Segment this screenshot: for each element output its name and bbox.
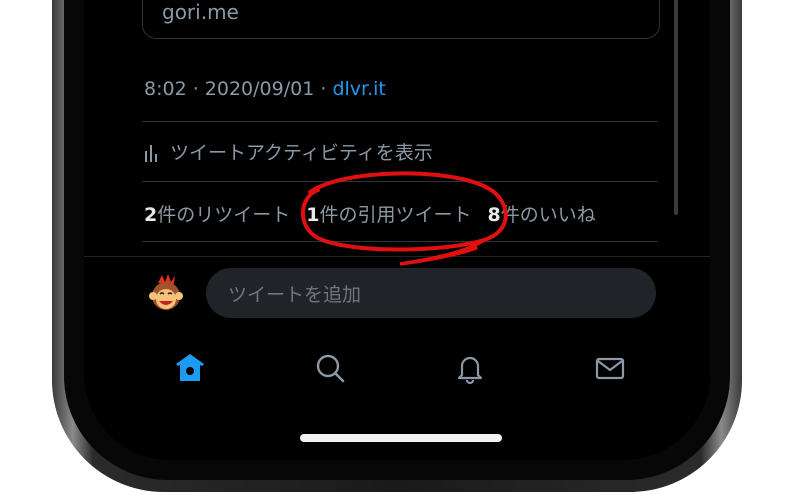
divider xyxy=(142,181,658,182)
bottom-tab-bar xyxy=(84,348,710,388)
mail-icon xyxy=(595,357,625,380)
bell-icon xyxy=(457,356,483,385)
like-label: 件のいいね xyxy=(500,204,596,226)
retweet-count: 2 xyxy=(144,204,158,226)
engagement-stats: 2件のリツイート 1件の引用ツイート 8件のいいね xyxy=(144,200,596,227)
tweet-activity-label: ツイートアクティビティを表示 xyxy=(170,142,433,164)
retweet-label: 件のリツイート xyxy=(157,204,291,226)
scrollbar[interactable] xyxy=(674,0,678,215)
tweet-timestamp-row: 8:02 · 2020/09/01 · dlvr.it xyxy=(144,78,386,100)
divider xyxy=(142,241,658,242)
reply-placeholder: ツイートを追加 xyxy=(228,283,362,306)
home-indicator[interactable] xyxy=(300,434,502,442)
retweet-count-link[interactable]: 2件のリツイート xyxy=(144,200,290,227)
monkey-avatar-icon xyxy=(149,274,183,310)
link-card-domain: gori.me xyxy=(162,0,239,24)
tweet-date: 2020/09/01 xyxy=(204,78,315,100)
tweet-source-link[interactable]: dlvr.it xyxy=(332,78,385,100)
like-count: 8 xyxy=(487,204,501,226)
meta-separator: · xyxy=(314,78,333,100)
tab-messages[interactable] xyxy=(590,348,630,388)
home-icon xyxy=(176,354,204,381)
tab-search[interactable] xyxy=(310,348,350,388)
quote-tweet-count-link[interactable]: 1件の引用ツイート xyxy=(306,200,471,227)
phone-screen: gori.me 8:02 · 2020/09/01 · dlvr.it ツイート… xyxy=(84,0,710,460)
tab-home[interactable] xyxy=(170,348,210,388)
tweet-activity-link[interactable]: ツイートアクティビティを表示 xyxy=(144,138,433,165)
tweet-time: 8:02 xyxy=(144,78,187,100)
bar-chart-icon xyxy=(145,144,157,162)
reply-input[interactable]: ツイートを追加 xyxy=(206,268,656,318)
avatar[interactable] xyxy=(146,274,186,314)
like-count-link[interactable]: 8件のいいね xyxy=(488,200,596,227)
meta-separator: · xyxy=(186,78,205,100)
divider xyxy=(142,121,658,122)
reply-bar-separator xyxy=(84,256,710,257)
quote-tweet-count: 1 xyxy=(306,204,320,226)
search-icon xyxy=(316,354,345,383)
quote-tweet-label: 件の引用ツイート xyxy=(319,204,472,226)
tab-notifications[interactable] xyxy=(450,348,490,388)
